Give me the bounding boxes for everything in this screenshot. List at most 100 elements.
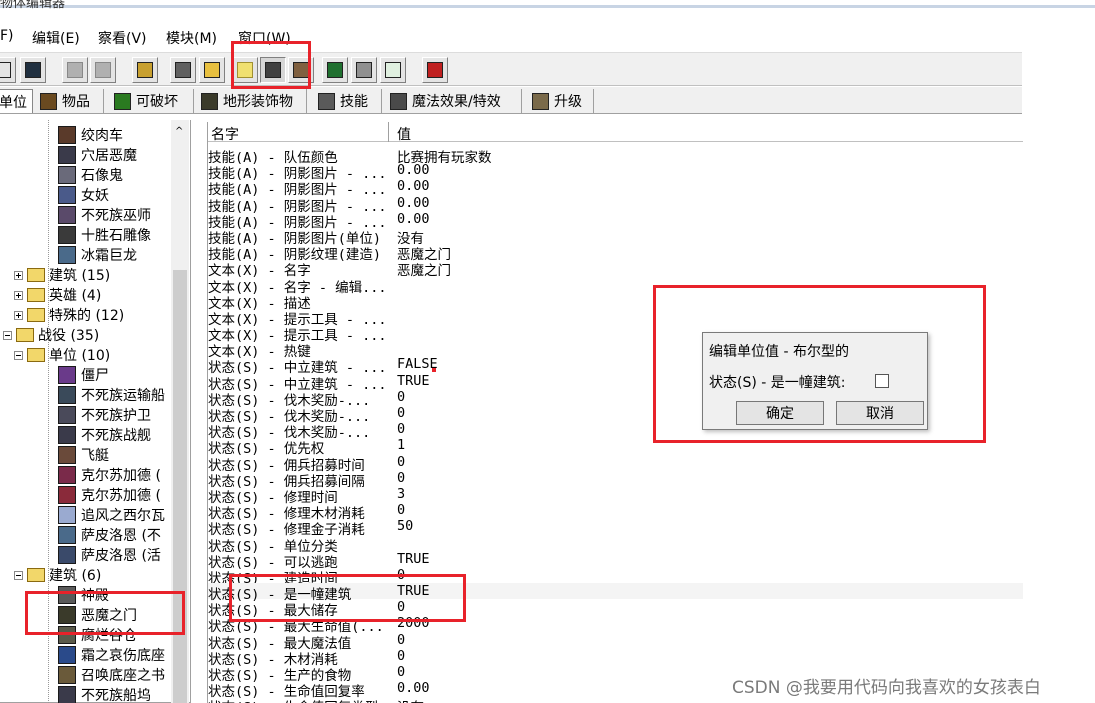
scroll-thumb[interactable] (173, 270, 187, 703)
tree-item[interactable]: 穴居恶魔 (58, 145, 170, 165)
tree-item[interactable]: 霜之哀伤底座 (58, 645, 170, 665)
tree-item[interactable]: 克尔苏加德 ( (58, 485, 170, 505)
tree-item[interactable]: 女妖 (58, 185, 170, 205)
property-row[interactable]: 状态(S) - 可以逃跑 TRUE (208, 551, 1023, 571)
annotation-dot (432, 368, 436, 372)
tab-upgrades[interactable]: 升级 (528, 89, 594, 113)
tree-item[interactable]: 不死族船坞 (58, 685, 170, 703)
property-row[interactable]: 技能(A) - 阴影纹理(建造) 恶魔之门 (208, 243, 1023, 263)
test-map-button[interactable] (380, 57, 406, 83)
tree-item[interactable]: 不死族战舰 (58, 425, 170, 445)
property-row[interactable]: 状态(S) - 佣兵招募时间 0 (208, 454, 1023, 474)
property-name: 状态(S) - 生命值回复类型 (208, 696, 394, 703)
tree-item-label: 绞肉车 (81, 128, 123, 144)
tree-item[interactable]: 不死族运输船 (58, 385, 170, 405)
tree-folder[interactable]: 特殊的 (12) (14, 305, 168, 325)
open-file-button[interactable] (0, 57, 16, 83)
tree-item[interactable]: 萨皮洛恩 (活 (58, 545, 170, 565)
tree-folder[interactable]: 英雄 (4) (14, 285, 168, 305)
tree-item-label: 召唤底座之书 (81, 668, 165, 684)
expand-icon[interactable] (14, 310, 23, 320)
tree-item[interactable]: 追风之西尔瓦 (58, 505, 170, 525)
paste-button[interactable] (90, 57, 116, 83)
ai-editor-button[interactable] (422, 57, 448, 83)
unit-icon (58, 146, 76, 164)
collapse-icon[interactable] (14, 570, 23, 580)
property-row[interactable]: 状态(S) - 佣兵招募间隔 0 (208, 470, 1023, 490)
tab-units[interactable]: 单位 (0, 89, 33, 113)
annotation-box-dialog (653, 285, 986, 443)
tab-label: 升级 (554, 94, 582, 110)
menu-edit[interactable]: 编辑(E) (32, 28, 80, 48)
window-title: 物体编辑器 (0, 0, 66, 11)
property-value: 0 (397, 631, 406, 648)
property-row[interactable]: 技能(A) - 阴影图片 - ... 0.00 (208, 211, 1023, 231)
tree-item[interactable]: 萨皮洛恩 (不 (58, 525, 170, 545)
property-header: 名字 值 (208, 122, 1023, 144)
column-header-value[interactable]: 值 (397, 124, 411, 144)
tab-destructibles[interactable]: 可破坏 (110, 89, 194, 113)
copy-button[interactable] (62, 57, 88, 83)
tree-folder[interactable]: 单位 (10) (14, 345, 168, 365)
property-row[interactable]: 状态(S) - 修理时间 3 (208, 485, 1023, 506)
trigger-button[interactable] (322, 57, 348, 83)
tab-label: 单位 (0, 94, 27, 111)
tree-folder[interactable]: 建筑 (15) (14, 265, 168, 285)
import-button[interactable] (351, 57, 377, 83)
collapse-icon[interactable] (14, 350, 23, 360)
unit-icon (58, 386, 76, 404)
folder-icon (27, 568, 45, 582)
property-row[interactable]: 技能(A) - 阴影图片 - ... 0.00 (208, 178, 1023, 198)
property-row[interactable]: 状态(S) - 修理金子消耗 50 (208, 518, 1023, 538)
save-button[interactable] (20, 57, 46, 83)
menu-module[interactable]: 模块(M) (166, 28, 217, 48)
property-row[interactable]: 技能(A) - 队伍颜色 比赛拥有玩家数 (208, 146, 1023, 166)
tree-item-label: 霜之哀伤底座 (81, 648, 165, 664)
lock-button[interactable] (132, 57, 158, 83)
property-value: 3 (397, 485, 406, 502)
tab-label: 物品 (62, 94, 90, 110)
property-row[interactable]: 技能(A) - 阴影图片 - ... 0.00 (208, 162, 1023, 182)
property-row[interactable]: 文本(X) - 名字 恶魔之门 (208, 259, 1023, 279)
tab-buffs-effects[interactable]: 魔法效果/特效 (386, 89, 522, 113)
menu-file[interactable]: F) (0, 28, 14, 44)
terrain-button[interactable] (170, 57, 196, 83)
menu-view[interactable]: 察看(V) (98, 28, 147, 48)
tree-item[interactable]: 石像鬼 (58, 165, 170, 185)
tree-item[interactable]: 僵尸 (58, 365, 170, 385)
property-value: 0.00 (397, 680, 430, 697)
property-row[interactable]: 状态(S) - 修理木材消耗 0 (208, 502, 1023, 522)
property-row[interactable]: 状态(S) - 木材消耗 0 (208, 648, 1023, 668)
folder-icon (27, 348, 45, 362)
tree-item[interactable]: 不死族护卫 (58, 405, 170, 425)
collapse-icon[interactable] (3, 330, 12, 340)
tree-item[interactable]: 冰霜巨龙 (58, 245, 170, 265)
tree-item[interactable]: 召唤底座之书 (58, 665, 170, 685)
tree-item-label: 建筑 (6) (49, 568, 102, 584)
property-row[interactable]: 技能(A) - 阴影图片 - ... 0.00 (208, 195, 1023, 215)
doodad-icon (201, 92, 218, 110)
tree-folder[interactable]: 战役 (35) (3, 325, 168, 345)
property-row[interactable]: 状态(S) - 单位分类 (208, 535, 1023, 555)
tree-item[interactable]: 克尔苏加德 ( (58, 465, 170, 485)
tab-doodads[interactable]: 地形装饰物 (197, 89, 307, 113)
scroll-up-icon[interactable]: ^ (175, 127, 185, 137)
tree-item-label: 飞艇 (81, 448, 109, 464)
save-icon (25, 62, 41, 78)
tree-item-label: 冰霜巨龙 (81, 248, 137, 264)
text-button[interactable] (199, 57, 225, 83)
property-row[interactable]: 状态(S) - 最大魔法值 0 (208, 631, 1023, 652)
tree-item[interactable]: 飞艇 (58, 445, 170, 465)
tree-item[interactable]: 不死族巫师 (58, 205, 170, 225)
tab-items[interactable]: 物品 (36, 89, 104, 113)
column-divider[interactable] (388, 122, 389, 142)
paste-icon (95, 62, 111, 78)
tab-abilities[interactable]: 技能 (314, 89, 382, 113)
property-row[interactable]: 技能(A) - 阴影图片(单位) 没有 (208, 227, 1023, 247)
tree-item[interactable]: 十胜石雕像 (58, 225, 170, 245)
tree-folder[interactable]: 建筑 (6) (14, 565, 168, 585)
tree-item[interactable]: 绞肉车 (58, 125, 170, 145)
column-header-name[interactable]: 名字 (211, 124, 239, 144)
expand-icon[interactable] (14, 290, 23, 300)
expand-icon[interactable] (14, 270, 23, 280)
